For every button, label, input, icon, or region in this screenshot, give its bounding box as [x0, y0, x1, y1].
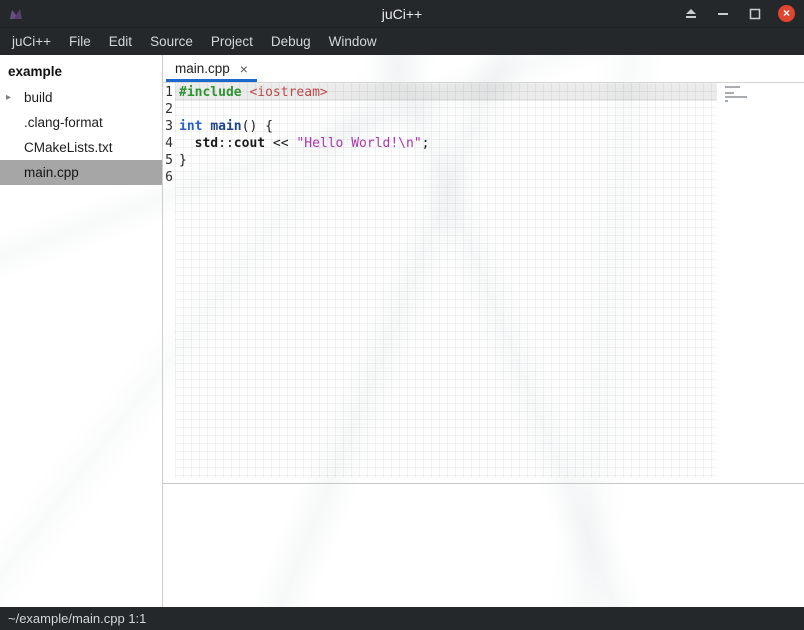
content-area: example ▸ build .clang-format CMakeLists…: [0, 55, 804, 607]
source-map-line: [725, 96, 747, 98]
source-map-line: [725, 100, 728, 102]
tree-item-label: CMakeLists.txt: [24, 140, 113, 155]
line-number: 5: [163, 152, 175, 169]
code-line[interactable]: 3int main() {: [163, 118, 804, 135]
source-map[interactable]: [725, 86, 751, 104]
tabbar: main.cpp ×: [163, 55, 804, 83]
code-line[interactable]: 1#include <iostream>: [163, 84, 804, 101]
tab-main-cpp[interactable]: main.cpp ×: [163, 55, 260, 82]
titlebar[interactable]: juCi++ ×: [0, 0, 804, 28]
tree-item-clang-format[interactable]: .clang-format: [0, 110, 162, 135]
code-editor[interactable]: 1#include <iostream> 2 3int main() { 4 s…: [163, 83, 804, 478]
tree-item-cmakelists[interactable]: CMakeLists.txt: [0, 135, 162, 160]
code-text: #include <iostream>: [175, 84, 328, 101]
editor-column: main.cpp × 1#include <iostream> 2 3int m…: [163, 55, 804, 607]
expander-icon[interactable]: ▸: [6, 92, 24, 103]
line-number: 1: [163, 84, 175, 101]
code-text: [175, 169, 179, 186]
output-panel[interactable]: [163, 484, 804, 607]
jucipp-logo-icon: [8, 5, 25, 22]
jucipp-window: juCi++ × juCi++ File Edit Source Project…: [0, 0, 804, 630]
tree-root-example[interactable]: example: [0, 59, 162, 85]
tab-close-icon[interactable]: ×: [240, 62, 248, 76]
tree-item-label: build: [24, 90, 53, 105]
tab-label: main.cpp: [175, 61, 230, 76]
menu-source[interactable]: Source: [141, 29, 202, 54]
menu-jucipp[interactable]: juCi++: [3, 29, 60, 54]
line-number: 2: [163, 101, 175, 118]
tree-item-label: .clang-format: [24, 115, 103, 130]
code-line[interactable]: 2: [163, 101, 804, 118]
code-text: int main() {: [175, 118, 273, 135]
menu-project[interactable]: Project: [202, 29, 262, 54]
line-number: 3: [163, 118, 175, 135]
file-tree-panel: example ▸ build .clang-format CMakeLists…: [0, 55, 163, 607]
code-line[interactable]: 6: [163, 169, 804, 186]
statusbar: ~/example/main.cpp 1:1: [0, 607, 804, 630]
minimize-button[interactable]: [714, 5, 731, 22]
line-number: 6: [163, 169, 175, 186]
maximize-button[interactable]: [746, 5, 763, 22]
menu-debug[interactable]: Debug: [262, 29, 320, 54]
menubar: juCi++ File Edit Source Project Debug Wi…: [0, 28, 804, 55]
source-map-line: [725, 86, 740, 88]
code-text: }: [175, 152, 187, 169]
code-text: std::cout << "Hello World!\n";: [175, 135, 429, 152]
code-lines: 1#include <iostream> 2 3int main() { 4 s…: [163, 83, 804, 186]
menu-edit[interactable]: Edit: [100, 29, 141, 54]
status-file-position: ~/example/main.cpp 1:1: [8, 611, 146, 626]
close-button[interactable]: ×: [778, 5, 795, 22]
menu-file[interactable]: File: [60, 29, 100, 54]
tree-item-main-cpp[interactable]: main.cpp: [0, 160, 162, 185]
line-number: 4: [163, 135, 175, 152]
code-line[interactable]: 4 std::cout << "Hello World!\n";: [163, 135, 804, 152]
tree-item-build[interactable]: ▸ build: [0, 85, 162, 110]
code-text: [175, 101, 179, 118]
menu-window[interactable]: Window: [320, 29, 386, 54]
source-map-line: [725, 92, 734, 94]
window-controls: ×: [682, 5, 804, 22]
keep-above-icon[interactable]: [682, 5, 699, 22]
code-line[interactable]: 5}: [163, 152, 804, 169]
tree-item-label: main.cpp: [24, 165, 79, 180]
